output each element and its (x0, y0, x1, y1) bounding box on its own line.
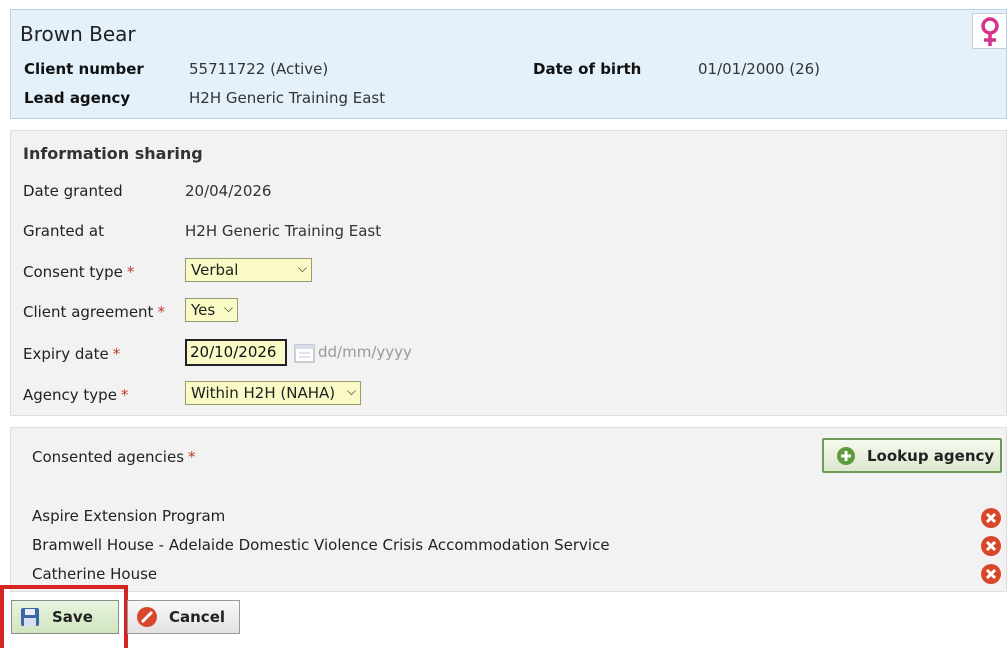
lookup-agency-button[interactable]: Lookup agency (822, 438, 1002, 473)
lookup-agency-label: Lookup agency (867, 446, 995, 465)
remove-icon[interactable] (980, 535, 1002, 557)
section-title: Information sharing (23, 144, 203, 163)
cancel-label: Cancel (169, 608, 226, 626)
remove-icon-svg (981, 536, 1001, 556)
information-sharing-section: Information sharing Date granted 20/04/2… (10, 130, 1007, 416)
consent-type-label: Consent type * (23, 263, 134, 281)
chevron-down-icon: ⌵ (223, 301, 233, 315)
agency-item: Aspire Extension Program (32, 507, 226, 525)
client-agreement-value: Yes (191, 301, 216, 319)
date-granted-value: 20/04/2026 (185, 182, 272, 200)
client-number-label: Client number (24, 60, 144, 78)
client-header: Brown Bear Client number 55711722 (Activ… (10, 9, 1007, 119)
client-agreement-label: Client agreement * (23, 303, 165, 321)
date-granted-label: Date granted (23, 182, 123, 200)
lead-agency-label: Lead agency (24, 89, 131, 107)
consented-agencies-section: Consented agencies * Lookup agency Aspire… (10, 427, 1007, 592)
consented-agencies-label: Consented agencies * (32, 448, 196, 466)
chevron-down-icon: ⌵ (346, 384, 356, 398)
required-marker: * (112, 345, 121, 363)
floppy-disk-icon (21, 608, 39, 626)
expiry-date-input[interactable]: 20/10/2026 (185, 339, 287, 366)
save-button[interactable]: Save (11, 600, 119, 634)
required-marker: * (157, 303, 165, 321)
calendar-icon-svg (294, 344, 315, 363)
date-format-hint: dd/mm/yyyy (318, 343, 412, 361)
consent-type-value: Verbal (191, 261, 239, 279)
client-agreement-select[interactable]: Yes ⌵ (185, 298, 238, 322)
agency-type-select[interactable]: Within H2H (NAHA) ⌵ (185, 381, 361, 405)
expiry-date-label: Expiry date * (23, 345, 120, 363)
female-icon (981, 17, 999, 46)
consent-type-label-text: Consent type (23, 263, 123, 281)
cancel-button[interactable]: Cancel (127, 600, 240, 634)
consented-agencies-label-text: Consented agencies (32, 448, 185, 466)
cancel-icon (137, 607, 157, 627)
consent-type-select[interactable]: Verbal ⌵ (185, 258, 312, 282)
agency-item: Bramwell House - Adelaide Domestic Viole… (32, 536, 610, 554)
agency-type-value: Within H2H (NAHA) (191, 384, 336, 402)
lead-agency-value: H2H Generic Training East (189, 89, 386, 107)
expiry-date-label-text: Expiry date (23, 345, 109, 363)
agency-type-label: Agency type * (23, 386, 128, 404)
granted-at-value: H2H Generic Training East (185, 222, 382, 240)
dob-value: 01/01/2000 (26) (698, 60, 821, 78)
save-label: Save (52, 608, 93, 626)
agency-item: Catherine House (32, 565, 158, 583)
chevron-down-icon: ⌵ (297, 261, 307, 275)
agency-type-label-text: Agency type (23, 386, 117, 404)
required-marker: * (126, 263, 135, 281)
remove-icon-svg (981, 508, 1001, 528)
remove-icon[interactable] (980, 563, 1002, 585)
dob-label: Date of birth (533, 60, 642, 78)
required-marker: * (188, 448, 196, 466)
client-name: Brown Bear (20, 22, 136, 46)
remove-icon[interactable] (980, 507, 1002, 529)
client-agreement-label-text: Client agreement (23, 303, 154, 321)
required-marker: * (120, 386, 129, 404)
remove-icon-svg (981, 564, 1001, 584)
gender-indicator (972, 13, 1006, 49)
granted-at-label: Granted at (23, 222, 104, 240)
calendar-icon[interactable] (294, 343, 316, 363)
client-number-value: 55711722 (Active) (189, 60, 329, 78)
add-icon (837, 446, 855, 465)
